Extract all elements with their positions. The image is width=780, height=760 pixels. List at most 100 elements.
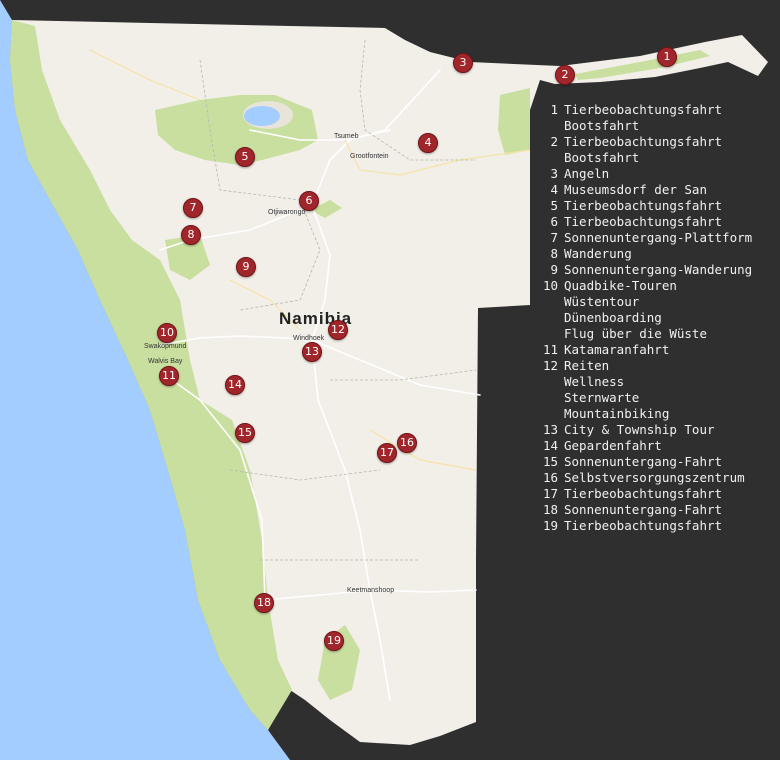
- legend-activity: Museumsdorf der San: [564, 182, 707, 197]
- eastern-park: [498, 88, 530, 155]
- legend-entry: 9 Sonnenuntergang-Wanderung: [536, 262, 752, 278]
- legend-number: 8: [550, 246, 558, 261]
- map-view[interactable]: Tsumeb Grootfontein Otjiwarongo Swakopmu…: [0, 0, 780, 760]
- map-marker-2[interactable]: 2: [555, 65, 575, 85]
- legend-entry: 6 Tierbeobachtungsfahrt: [536, 214, 752, 230]
- legend-entry: 12 Reiten: [536, 358, 752, 374]
- legend-activity: Tierbeobachtungsfahrt: [564, 214, 723, 229]
- place-swakopmund: Swakopmund: [144, 343, 187, 350]
- legend-number: [536, 310, 558, 326]
- legend-activity: Angeln: [564, 166, 610, 181]
- legend-number: 19: [542, 518, 558, 533]
- legend-activity: Katamaranfahrt: [564, 342, 670, 357]
- legend-activity: Quadbike-Touren: [564, 278, 677, 293]
- legend-activity: Tierbeobachtungsfahrt: [564, 198, 723, 213]
- legend-activity: Dünenboarding: [564, 310, 662, 325]
- map-marker-14[interactable]: 14: [225, 375, 245, 395]
- legend-activity: Wüstentour: [564, 294, 640, 309]
- legend-entry: 13 City & Township Tour: [536, 422, 752, 438]
- legend-number: 1: [550, 102, 558, 117]
- map-marker-9[interactable]: 9: [236, 257, 256, 277]
- legend-activity: Sonnenuntergang-Plattform: [564, 230, 753, 245]
- legend-number: 10: [542, 278, 558, 293]
- legend-entry: Wüstentour: [536, 294, 752, 310]
- legend-entry: 2 Tierbeobachtungsfahrt: [536, 134, 752, 150]
- legend-entry: 14 Gepardenfahrt: [536, 438, 752, 454]
- map-marker-1[interactable]: 1: [657, 47, 677, 67]
- legend-entry: Wellness: [536, 374, 752, 390]
- legend-number: 11: [542, 342, 558, 357]
- map-marker-8[interactable]: 8: [181, 225, 201, 245]
- legend-number: 2: [550, 134, 558, 149]
- legend-entry: 15 Sonnenuntergang-Fahrt: [536, 454, 752, 470]
- legend-entry: Mountainbiking: [536, 406, 752, 422]
- legend-number: [536, 326, 558, 342]
- legend-activity: Bootsfahrt: [564, 150, 640, 165]
- legend-entry: Bootsfahrt: [536, 118, 752, 134]
- place-windhoek: Windhoek: [293, 335, 325, 342]
- legend-number: 15: [542, 454, 558, 469]
- map-marker-18[interactable]: 18: [254, 593, 274, 613]
- map-marker-17[interactable]: 17: [377, 443, 397, 463]
- map-marker-11[interactable]: 11: [159, 366, 179, 386]
- legend-number: [536, 294, 558, 310]
- activity-legend: 1 Tierbeobachtungsfahrt Bootsfahrt 2 Tierbeo…: [536, 102, 752, 534]
- place-walvis-bay: Walvis Bay: [148, 358, 183, 365]
- legend-activity: City & Township Tour: [564, 422, 715, 437]
- place-grootfontein: Grootfontein: [350, 153, 389, 160]
- legend-entry: Dünenboarding: [536, 310, 752, 326]
- etosha-lake: [244, 106, 280, 126]
- legend-number: 4: [550, 182, 558, 197]
- legend-number: [536, 390, 558, 406]
- map-marker-5[interactable]: 5: [235, 147, 255, 167]
- legend-entry: 1 Tierbeobachtungsfahrt: [536, 102, 752, 118]
- place-otjiwarongo: Otjiwarongo: [268, 209, 306, 216]
- legend-number: [536, 150, 558, 166]
- legend-entry: 17 Tierbeobachtungsfahrt: [536, 486, 752, 502]
- map-marker-4[interactable]: 4: [418, 133, 438, 153]
- legend-number: [536, 406, 558, 422]
- legend-number: 6: [550, 214, 558, 229]
- legend-activity: Tierbeobachtungsfahrt: [564, 102, 723, 117]
- legend-entry: Sternwarte: [536, 390, 752, 406]
- legend-entry: 8 Wanderung: [536, 246, 752, 262]
- place-tsumeb: Tsumeb: [334, 133, 359, 140]
- legend-entry: 16 Selbstversorgungszentrum: [536, 470, 752, 486]
- legend-number: [536, 118, 558, 134]
- map-marker-15[interactable]: 15: [235, 423, 255, 443]
- legend-activity: Selbstversorgungszentrum: [564, 470, 745, 485]
- legend-entry: 5 Tierbeobachtungsfahrt: [536, 198, 752, 214]
- map-marker-16[interactable]: 16: [397, 433, 417, 453]
- legend-entry: 4 Museumsdorf der San: [536, 182, 752, 198]
- legend-entry: 3 Angeln: [536, 166, 752, 182]
- map-marker-19[interactable]: 19: [324, 631, 344, 651]
- legend-number: 5: [550, 198, 558, 213]
- legend-activity: Sonnenuntergang-Wanderung: [564, 262, 753, 277]
- legend-entry: 18 Sonnenuntergang-Fahrt: [536, 502, 752, 518]
- legend-activity: Sonnenuntergang-Fahrt: [564, 454, 723, 469]
- legend-number: 17: [542, 486, 558, 501]
- legend-activity: Sonnenuntergang-Fahrt: [564, 502, 723, 517]
- legend-number: [536, 374, 558, 390]
- legend-activity: Sternwarte: [564, 390, 640, 405]
- legend-number: 16: [542, 470, 558, 485]
- legend-number: 7: [550, 230, 558, 245]
- map-marker-6[interactable]: 6: [299, 191, 319, 211]
- legend-activity: Tierbeobachtungsfahrt: [564, 518, 723, 533]
- legend-number: 18: [542, 502, 558, 517]
- legend-number: 9: [550, 262, 558, 277]
- map-marker-10[interactable]: 10: [157, 323, 177, 343]
- legend-activity: Bootsfahrt: [564, 118, 640, 133]
- legend-entry: Flug über die Wüste: [536, 326, 752, 342]
- legend-activity: Flug über die Wüste: [564, 326, 707, 341]
- legend-entry: 7 Sonnenuntergang-Plattform: [536, 230, 752, 246]
- map-marker-7[interactable]: 7: [183, 198, 203, 218]
- map-marker-12[interactable]: 12: [328, 320, 348, 340]
- legend-activity: Wellness: [564, 374, 625, 389]
- map-marker-3[interactable]: 3: [453, 53, 473, 73]
- legend-entry: 10 Quadbike-Touren: [536, 278, 752, 294]
- legend-number: 14: [542, 438, 558, 453]
- map-marker-13[interactable]: 13: [302, 342, 322, 362]
- legend-activity: Tierbeobachtungsfahrt: [564, 134, 723, 149]
- legend-number: 12: [542, 358, 558, 373]
